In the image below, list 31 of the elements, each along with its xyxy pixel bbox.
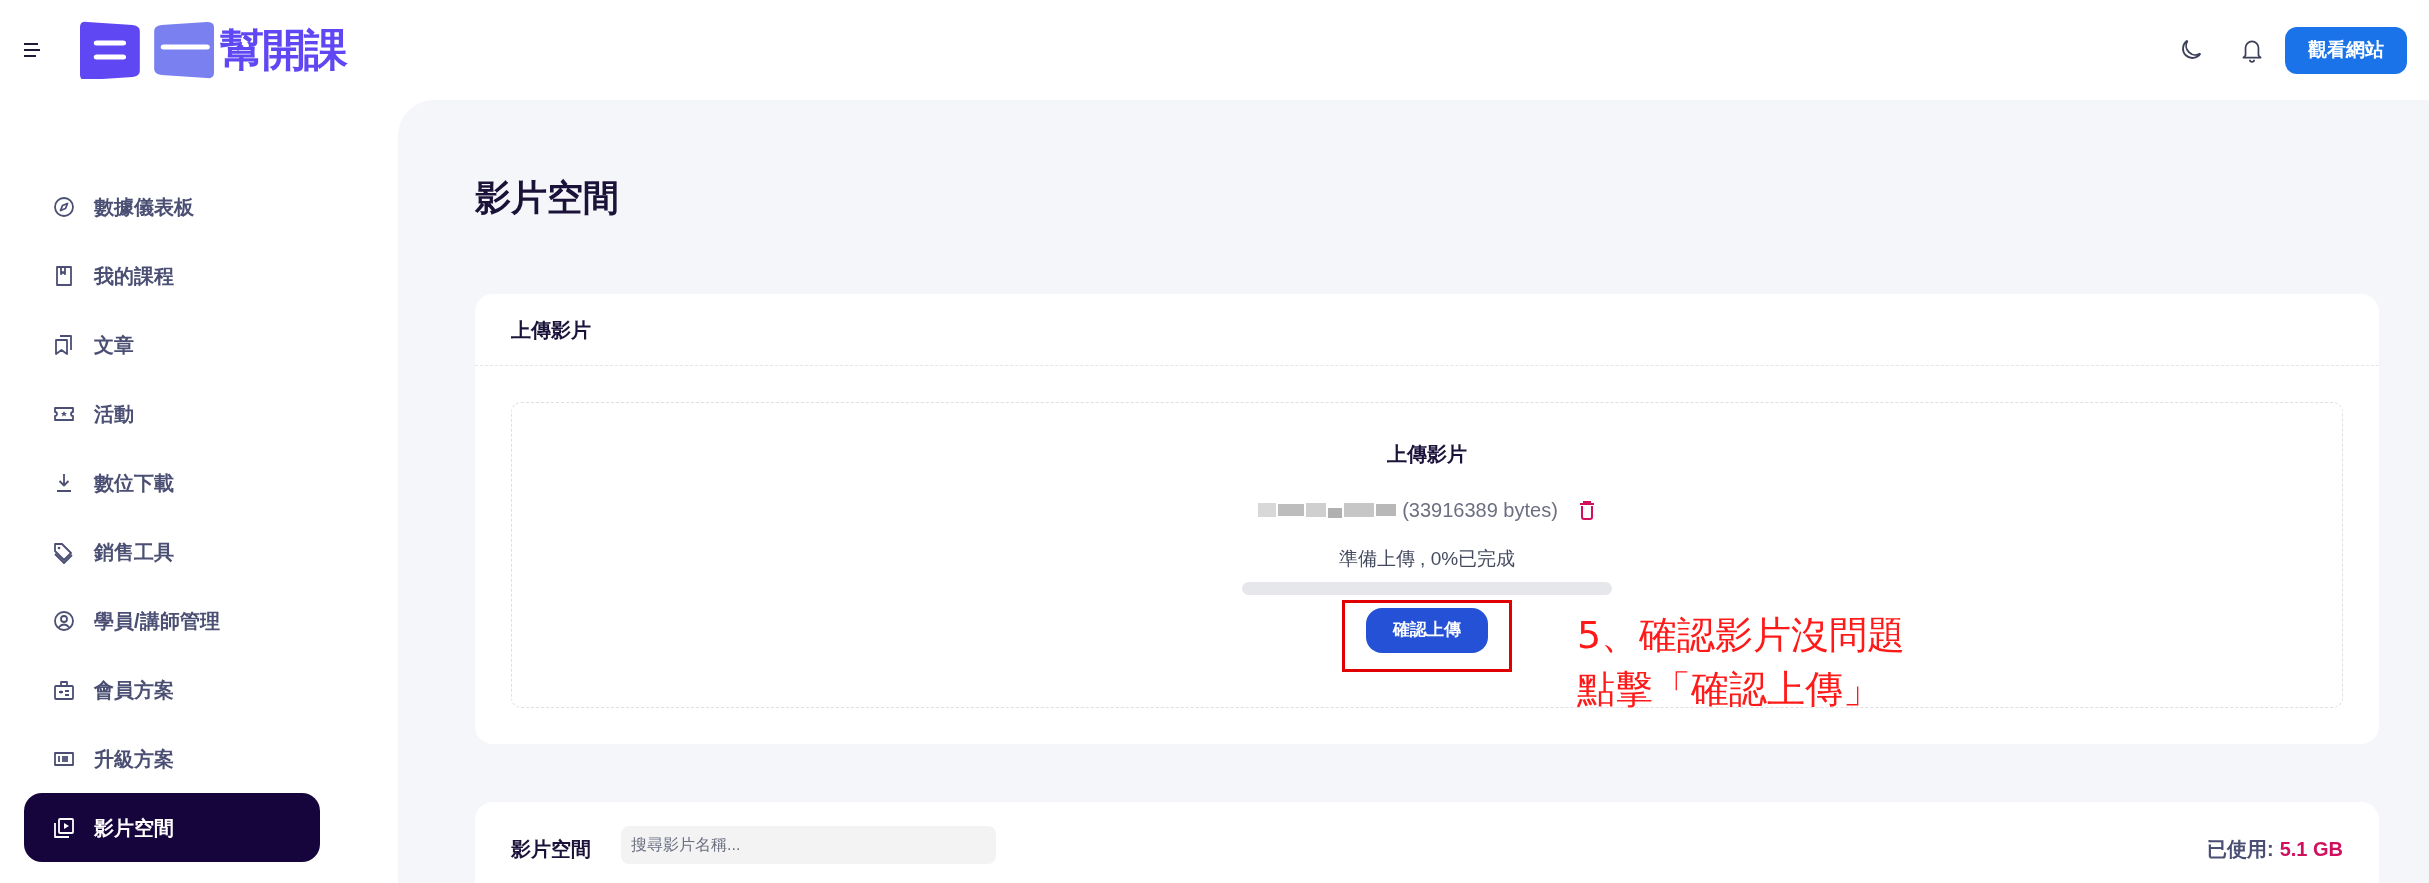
sidebar-item[interactable]: 會員方案 [24,655,320,724]
sidebar-item[interactable]: 銷售工具 [24,517,320,586]
page-title: 影片空間 [475,180,620,216]
user-circle-icon [52,608,76,633]
sidebar-item[interactable]: 學員/講師管理 [24,586,320,655]
upload-status: 準備上傳 , 0%已完成 [1338,547,1516,571]
file-size: (33916389 bytes) [1402,498,1558,523]
upload-title: 上傳影片 [1387,442,1467,467]
sidebar-item[interactable]: 數據儀表板 [24,172,320,241]
storage-used-value: 5.1 GB [2279,837,2343,862]
video-play-icon [52,815,76,840]
storage-used-label: 已使用: [2206,837,2274,862]
logo-icon [80,21,214,79]
card-title: 影片空間 [511,837,591,862]
delete-trash-icon[interactable] [1577,500,1596,520]
annotation-text: 5、確認影片沒問題 [1577,612,1906,659]
sidebar-item[interactable]: 影片空間 [24,793,320,862]
view-site-button[interactable]: 觀看網站 [2285,26,2407,74]
upload-dropzone[interactable]: 上傳影片 (33916389 bytes) 準備上傳 , 0%已完成 確認上傳 5、確認影片沒問題 點擊「確認上傳」 [511,402,2343,708]
sidebar-item[interactable]: 升級方案 [24,724,320,793]
search-field[interactable]: 搜尋影片名稱... [621,826,996,864]
card-title: 上傳影片 [511,317,591,343]
sidebar-item[interactable]: 我的課程 [24,241,320,310]
sidebar-item[interactable]: 數位下載 [24,448,320,517]
logo-text: 幫開課 [220,28,346,72]
sidebar-item[interactable]: 文章 [24,310,320,379]
menu-icon[interactable] [22,42,42,58]
sidebar-item[interactable]: 活動 [24,379,320,448]
confirm-upload-button[interactable]: 確認上傳 [1366,607,1488,653]
compass-icon [52,194,76,219]
logo[interactable]: 幫開課 [80,21,346,79]
